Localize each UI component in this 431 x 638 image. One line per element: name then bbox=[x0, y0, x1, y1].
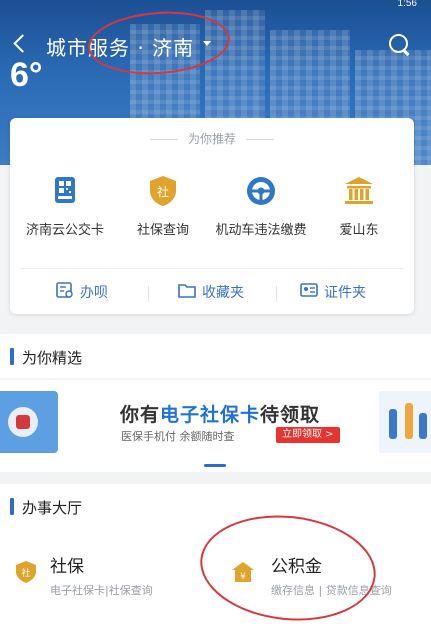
social-security-icon: 社 bbox=[16, 561, 36, 583]
quick-link-id-folder[interactable]: 证件夹 bbox=[300, 280, 390, 304]
hall-item-title: 公积金 bbox=[271, 557, 322, 577]
divider bbox=[148, 286, 149, 302]
section-marker bbox=[10, 348, 14, 365]
service-bus-card[interactable]: 济南云公交卡 bbox=[16, 174, 114, 241]
carousel-indicator bbox=[204, 464, 226, 467]
temperature: 6° bbox=[10, 56, 43, 94]
top-bar: 城市服务 · 济南 bbox=[0, 26, 431, 62]
hall-item-social-security[interactable]: 社 社保 电子社保卡|社保查询 bbox=[0, 526, 215, 638]
search-icon[interactable] bbox=[387, 32, 411, 56]
social-security-icon: 社 bbox=[150, 176, 176, 206]
handle-icon bbox=[56, 282, 73, 298]
banner-subtitle: 医保手机付 余额随时查 bbox=[121, 430, 235, 443]
person-illustration bbox=[419, 413, 427, 439]
person-illustration bbox=[389, 409, 397, 439]
service-label: 济南云公交卡 bbox=[25, 223, 104, 238]
section-title: 为你精选 bbox=[22, 349, 83, 367]
banner-title-prefix: 你有 bbox=[120, 404, 161, 426]
section-hall: 办事大厅 bbox=[0, 484, 431, 528]
service-label: 社保查询 bbox=[136, 223, 189, 238]
svg-text:社: 社 bbox=[21, 567, 30, 579]
folder-icon bbox=[178, 284, 196, 298]
banner-title-suffix: 待领取 bbox=[260, 404, 321, 426]
page-title[interactable]: 城市服务 · 济南 bbox=[46, 32, 194, 61]
service-vehicle-fine[interactable]: 机动车违法缴费 bbox=[212, 174, 310, 241]
quick-link-label: 办呗 bbox=[80, 285, 108, 301]
person-illustration bbox=[405, 403, 413, 439]
section-title: 办事大厅 bbox=[22, 499, 83, 517]
recommend-heading: 为你推荐 bbox=[10, 130, 414, 147]
hall-item-subtitle: 电子社保卡|社保查询 bbox=[50, 584, 153, 597]
chevron-down-icon[interactable] bbox=[203, 41, 211, 46]
banner-prev-slide[interactable] bbox=[0, 391, 58, 453]
service-label: 爱山东 bbox=[339, 223, 379, 238]
recommend-card: 为你推荐 济南云公交卡 社 社保查询 机动车违法缴费 爱山东 办呗 收藏夹 证件… bbox=[10, 118, 414, 314]
government-building-icon bbox=[345, 177, 373, 204]
section-marker bbox=[10, 498, 14, 515]
quick-link-label: 证件夹 bbox=[324, 285, 366, 301]
back-button[interactable] bbox=[10, 30, 30, 56]
bus-card-icon bbox=[55, 177, 75, 203]
svg-text:¥: ¥ bbox=[240, 572, 246, 582]
hall-item-housing-fund[interactable]: ¥ 公积金 缴存信息 | 贷款信息查询 bbox=[215, 526, 431, 638]
service-label: 机动车违法缴费 bbox=[215, 223, 307, 238]
section-featured: 为你精选 bbox=[0, 334, 431, 378]
quick-link-banbei[interactable]: 办呗 bbox=[56, 280, 136, 304]
banner-title: 你有电子社保卡待领取 bbox=[120, 400, 320, 427]
housing-fund-icon: ¥ bbox=[232, 562, 254, 582]
banner-title-highlight: 电子社保卡 bbox=[160, 404, 261, 426]
divider bbox=[20, 268, 404, 269]
service-social-security[interactable]: 社 社保查询 bbox=[114, 174, 212, 241]
divider bbox=[276, 286, 277, 302]
hall-list: 社 社保 电子社保卡|社保查询 ¥ 公积金 缴存信息 | 贷款信息查询 bbox=[0, 526, 431, 638]
hall-item-subtitle: 缴存信息 | 贷款信息查询 bbox=[271, 584, 392, 597]
quick-link-favorites[interactable]: 收藏夹 bbox=[178, 280, 268, 304]
steering-wheel-icon bbox=[247, 177, 275, 205]
badge-icon bbox=[8, 407, 38, 437]
promo-banner[interactable]: 你有电子社保卡待领取 医保手机付 余额随时查 立即领取 > bbox=[0, 380, 431, 472]
banner-next-slide[interactable] bbox=[379, 391, 431, 453]
status-bar: 1:56 bbox=[0, 0, 431, 12]
claim-now-button[interactable]: 立即领取 > bbox=[276, 427, 340, 443]
status-time: 1:56 bbox=[397, 0, 417, 9]
id-card-icon bbox=[300, 283, 318, 297]
svg-text:社: 社 bbox=[157, 184, 169, 199]
hall-item-title: 社保 bbox=[50, 557, 84, 577]
service-ai-shandong[interactable]: 爱山东 bbox=[310, 174, 408, 241]
quick-link-label: 收藏夹 bbox=[202, 285, 244, 301]
